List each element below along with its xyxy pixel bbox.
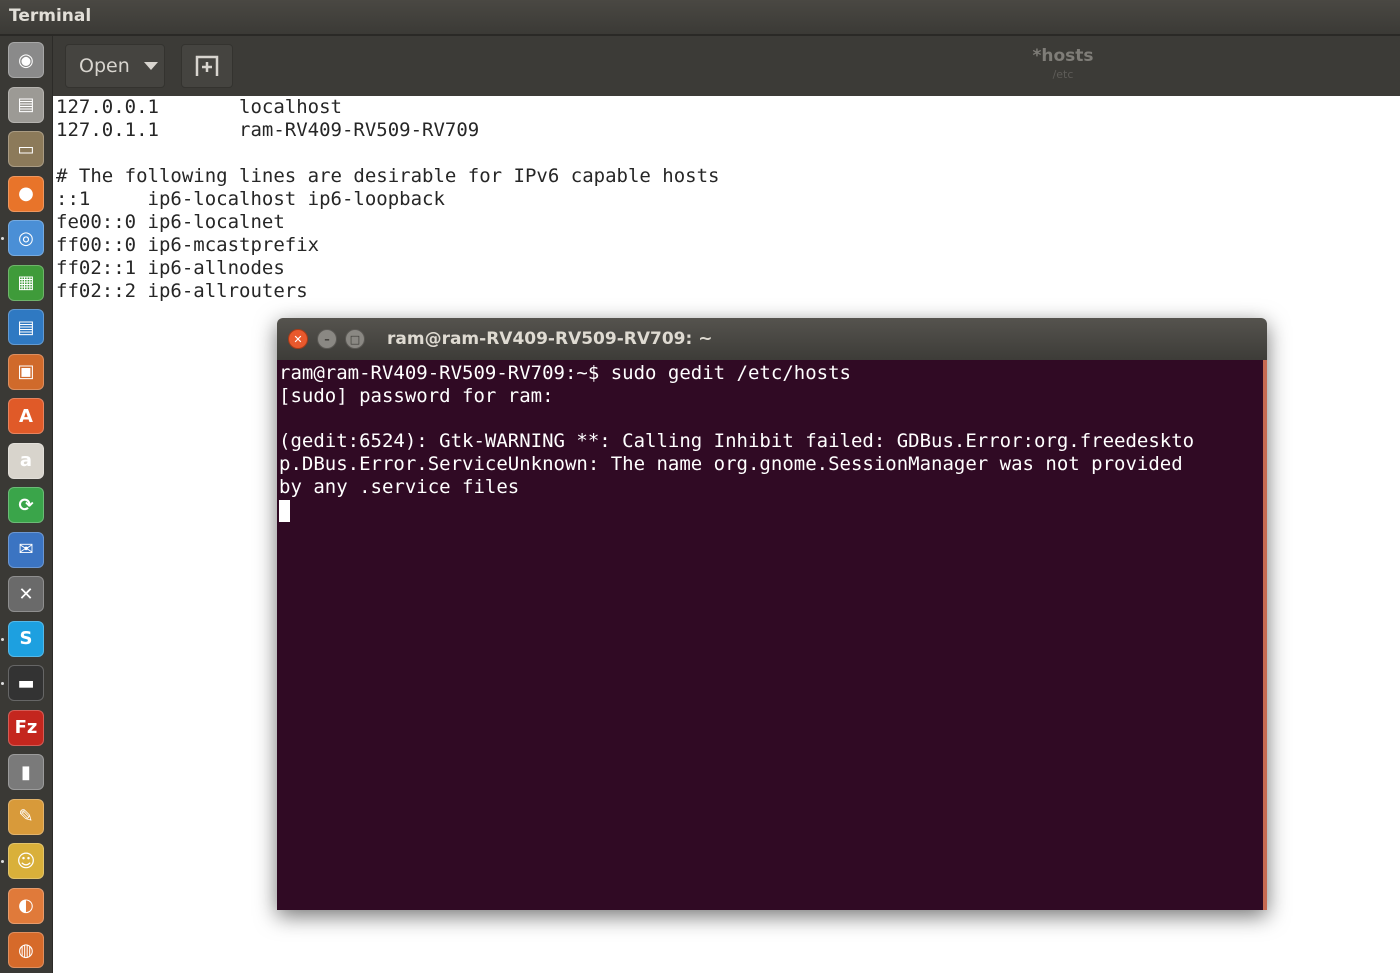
archive-manager-icon[interactable]: ▭ bbox=[8, 131, 44, 167]
document-title: *hosts bbox=[1032, 46, 1094, 66]
terminal-window: ✕ – □ ram@ram-RV409-RV509-RV709: ~ ram@r… bbox=[277, 318, 1267, 910]
editor-line: fe00::0 ip6-localnet bbox=[56, 211, 285, 233]
open-button[interactable]: Open bbox=[65, 44, 165, 88]
terminal-icon[interactable]: ▬ bbox=[8, 665, 44, 701]
chromium-icon[interactable]: ◎ bbox=[8, 220, 44, 256]
dash-home-icon[interactable]: ◉ bbox=[8, 42, 44, 78]
editor-line: 127.0.1.1 ram-RV409-RV509-RV709 bbox=[56, 119, 480, 141]
update-manager-icon[interactable]: ⟳ bbox=[8, 487, 44, 523]
firefox-icon[interactable]: ● bbox=[8, 175, 44, 212]
document-path: /etc bbox=[1052, 68, 1074, 81]
system-settings-icon[interactable]: ✕ bbox=[8, 576, 44, 612]
gimp-icon[interactable]: ☺ bbox=[8, 843, 44, 879]
open-label: Open bbox=[79, 55, 130, 77]
maximize-button[interactable]: □ bbox=[345, 329, 365, 349]
terminal-line: p.DBus.Error.ServiceUnknown: The name or… bbox=[279, 453, 1183, 476]
running-indicator bbox=[1, 860, 4, 863]
terminal-cursor bbox=[279, 500, 290, 522]
launcher: ◉ ▤ ▭ ● ◎ ▦ ▤ ▣ Aa ⟳ ✉ ✕ S ▬ Fz ▮ ✎ ☺ ◐ ◍ bbox=[0, 36, 53, 973]
filezilla-icon[interactable]: Fz bbox=[8, 709, 44, 746]
amazon-icon[interactable]: a bbox=[8, 442, 44, 479]
thunderbird-icon[interactable]: ✉ bbox=[8, 531, 44, 568]
close-button[interactable]: ✕ bbox=[288, 329, 308, 349]
app-firefox-dev-icon[interactable]: ◍ bbox=[8, 932, 44, 968]
chevron-down-icon bbox=[143, 62, 158, 70]
terminal-line: ram@ram-RV409-RV509-RV709:~$ sudo gedit … bbox=[279, 362, 851, 384]
top-panel: Terminal bbox=[0, 0, 1400, 36]
editor-line: # The following lines are desirable for … bbox=[56, 165, 720, 187]
skype-icon[interactable]: S bbox=[8, 620, 44, 657]
terminal-line: [sudo] password for ram: bbox=[279, 384, 554, 407]
libreoffice-impress-icon[interactable]: ▣ bbox=[8, 353, 44, 390]
editor-line: ff02::1 ip6-allnodes bbox=[56, 257, 285, 279]
editor-line: ff00::0 ip6-mcastprefix bbox=[56, 234, 320, 256]
running-indicator bbox=[1, 237, 4, 240]
software-center-icon[interactable]: A bbox=[8, 398, 44, 434]
terminal-line: by any .service files bbox=[279, 476, 520, 498]
app-title: Terminal bbox=[9, 6, 92, 26]
gedit-headerbar: Open *hosts /etc bbox=[53, 36, 1400, 96]
new-tab-icon bbox=[195, 55, 219, 76]
running-indicator bbox=[1, 637, 4, 641]
terminal-line: (gedit:6524): Gtk-WARNING **: Calling In… bbox=[279, 430, 1195, 453]
editor-line: 127.0.0.1 localhost bbox=[56, 96, 342, 118]
editor-line: ::1 ip6-localhost ip6-loopback bbox=[56, 188, 445, 210]
terminal-titlebar[interactable]: ✕ – □ ram@ram-RV409-RV509-RV709: ~ bbox=[277, 318, 1267, 360]
editor-line: ff02::2 ip6-allrouters bbox=[56, 280, 308, 302]
terminal-output[interactable]: ram@ram-RV409-RV509-RV709:~$ sudo gedit … bbox=[277, 360, 1267, 910]
app-orange-icon[interactable]: ◐ bbox=[8, 887, 44, 924]
media-player-icon[interactable]: ▮ bbox=[8, 754, 44, 790]
running-indicator bbox=[1, 682, 4, 685]
terminal-title: ram@ram-RV409-RV509-RV709: ~ bbox=[387, 329, 713, 349]
files-icon[interactable]: ▤ bbox=[8, 86, 44, 123]
text-editor-icon[interactable]: ✎ bbox=[8, 798, 44, 835]
libreoffice-calc-icon[interactable]: ▦ bbox=[8, 264, 44, 301]
new-document-button[interactable] bbox=[181, 44, 233, 88]
minimize-button[interactable]: – bbox=[317, 329, 337, 349]
libreoffice-writer-icon[interactable]: ▤ bbox=[8, 309, 44, 345]
